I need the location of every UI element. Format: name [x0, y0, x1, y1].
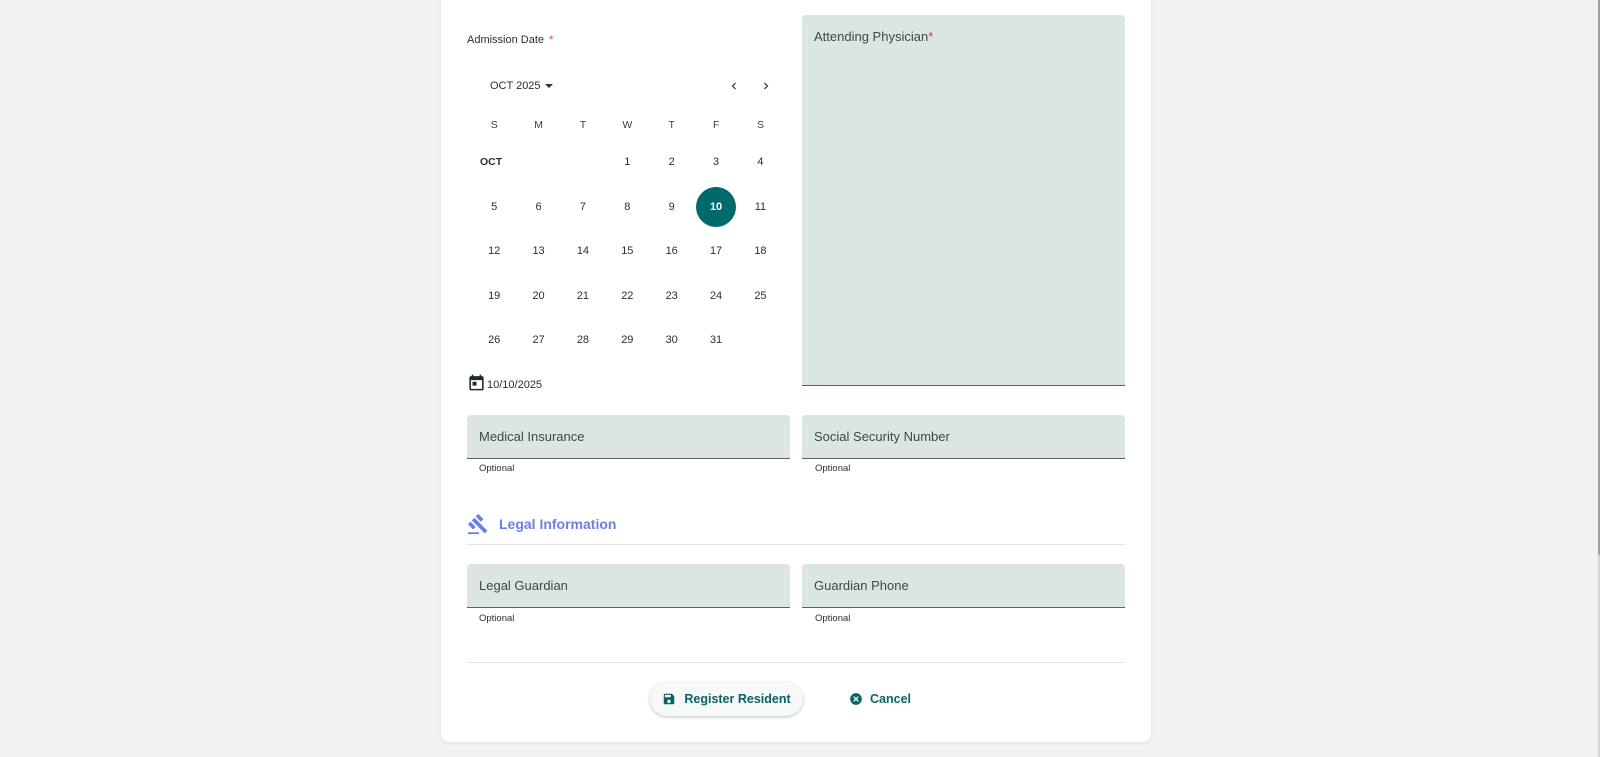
calendar-icon — [469, 374, 484, 391]
calendar-day[interactable]: 16 — [652, 231, 692, 271]
guardian-phone-field[interactable]: Guardian Phone — [802, 564, 1125, 608]
weekday-header-row: S M T W T F S — [472, 110, 783, 140]
month-year-selector[interactable]: OCT 2025 — [490, 80, 553, 92]
next-month-button[interactable] — [756, 76, 776, 96]
ssn-label: Social Security Number — [814, 429, 950, 444]
calendar-month-tag: OCT — [480, 156, 503, 169]
calendar-day[interactable]: 12 — [474, 231, 514, 271]
calendar-grid: S M T W T F S OCT 1 2 3 4 5 6 7 8 9 10 11 12 13 14 15 16… — [472, 110, 783, 363]
calendar-day[interactable]: 18 — [740, 231, 780, 271]
required-mark: * — [928, 29, 934, 44]
caret-down-icon — [544, 84, 553, 88]
legal-information-heading: Legal Information — [467, 513, 616, 535]
calendar-day[interactable]: 17 — [696, 231, 736, 271]
calendar-day[interactable]: 28 — [563, 320, 603, 360]
calendar-empty-cell — [561, 142, 605, 182]
ssn-helper: Optional — [815, 463, 851, 474]
weekday-label: T — [579, 119, 587, 131]
previous-month-button[interactable] — [724, 76, 744, 96]
weekday-label: W — [622, 119, 633, 131]
calendar-day[interactable]: 31 — [696, 320, 736, 360]
calendar-week-row: 5 6 7 8 9 10 11 — [472, 185, 783, 230]
ssn-field[interactable]: Social Security Number — [802, 415, 1125, 459]
month-year-label: OCT 2025 — [490, 80, 541, 92]
cancel-button[interactable]: Cancel — [840, 682, 920, 716]
save-icon — [664, 693, 675, 705]
register-resident-label: Register Resident — [684, 692, 791, 706]
attending-physician-label: Attending Physician* — [814, 29, 933, 44]
cancel-circle-icon — [850, 693, 862, 705]
guardian-phone-helper: Optional — [815, 613, 851, 624]
attending-physician-label-text: Attending Physician — [814, 29, 929, 44]
calendar-day[interactable]: 27 — [519, 320, 559, 360]
calendar-day[interactable]: 14 — [563, 231, 603, 271]
admission-date-value[interactable]: 10/10/2025 — [467, 373, 542, 392]
calendar-day[interactable]: 5 — [474, 187, 514, 227]
medical-insurance-label: Medical Insurance — [479, 429, 585, 444]
legal-guardian-helper: Optional — [479, 613, 515, 624]
calendar-day[interactable]: 11 — [740, 187, 780, 227]
calendar-day[interactable]: 7 — [563, 187, 603, 227]
calendar-empty-cell — [516, 142, 560, 182]
calendar-day[interactable]: 21 — [563, 276, 603, 316]
weekday-label: S — [757, 119, 765, 131]
calendar-week-row: 12 13 14 15 16 17 18 — [472, 229, 783, 274]
calendar-day[interactable]: 13 — [519, 231, 559, 271]
cancel-label: Cancel — [870, 692, 911, 706]
calendar-day[interactable]: 23 — [652, 276, 692, 316]
calendar-day[interactable]: 19 — [474, 276, 514, 316]
calendar-week-row: 19 20 21 22 23 24 25 — [472, 274, 783, 319]
calendar-day[interactable]: 2 — [652, 142, 692, 182]
calendar-day[interactable]: 26 — [474, 320, 514, 360]
calendar-day[interactable]: 30 — [652, 320, 692, 360]
calendar-day[interactable]: 20 — [519, 276, 559, 316]
legal-guardian-field[interactable]: Legal Guardian — [467, 564, 790, 608]
calendar-day[interactable]: 9 — [652, 187, 692, 227]
calendar-day[interactable]: 8 — [607, 187, 647, 227]
medical-insurance-field[interactable]: Medical Insurance — [467, 415, 790, 459]
actions-divider — [467, 662, 1125, 663]
legal-information-title: Legal Information — [499, 516, 617, 532]
chevron-left-icon — [731, 82, 736, 90]
calendar-day[interactable]: 6 — [519, 187, 559, 227]
register-resident-button[interactable]: Register Resident — [650, 682, 803, 716]
calendar-day[interactable]: 25 — [740, 276, 780, 316]
calendar-empty-cell — [738, 320, 782, 360]
weekday-label: S — [490, 119, 498, 131]
required-mark: * — [549, 34, 554, 46]
calendar-day[interactable]: 24 — [696, 276, 736, 316]
calendar-day[interactable]: 15 — [607, 231, 647, 271]
calendar-day-selected[interactable]: 10 — [696, 186, 737, 227]
calendar-day[interactable]: 4 — [740, 142, 780, 182]
admission-date-label: Admission Date * — [467, 34, 553, 46]
admission-date-label-text: Admission Date — [467, 34, 545, 46]
attending-physician-field[interactable]: Attending Physician* — [802, 15, 1125, 386]
medical-insurance-helper: Optional — [479, 463, 515, 474]
admission-date-text: 10/10/2025 — [487, 379, 543, 391]
calendar-week-row: 26 27 28 29 30 31 — [472, 318, 783, 363]
chevron-right-icon — [764, 82, 769, 90]
section-divider — [467, 544, 1125, 545]
calendar-week-row: OCT 1 2 3 4 — [472, 140, 783, 185]
gavel-icon — [467, 513, 488, 535]
weekday-label: M — [534, 119, 543, 131]
legal-guardian-label: Legal Guardian — [479, 578, 568, 593]
weekday-label: F — [712, 119, 720, 131]
weekday-label: T — [668, 119, 675, 131]
calendar-day[interactable]: 3 — [696, 142, 736, 182]
calendar-day[interactable]: 29 — [607, 320, 647, 360]
calendar-day[interactable]: 1 — [607, 142, 647, 182]
guardian-phone-label: Guardian Phone — [814, 578, 909, 593]
calendar-day[interactable]: 22 — [607, 276, 647, 316]
